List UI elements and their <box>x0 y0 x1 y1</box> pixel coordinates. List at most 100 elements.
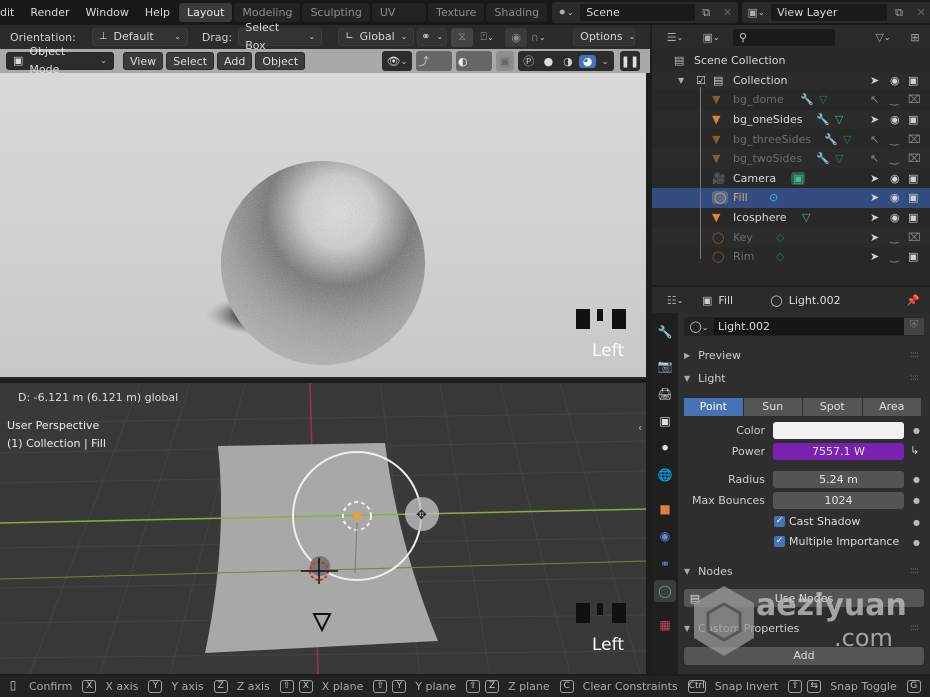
overlays-toggle[interactable]: ◐ <box>456 51 492 71</box>
visibility-dropdown[interactable]: 👁 ⌄ <box>382 51 412 71</box>
delete-view-layer-icon[interactable]: ✕ <box>910 3 930 22</box>
outliner-scene-collection[interactable]: ▤ Scene Collection <box>652 51 930 71</box>
multiple-importance-checkbox[interactable]: ✓ Multiple Importance <box>774 535 899 548</box>
render-disabled-icon[interactable]: ⌧ <box>908 133 921 146</box>
eye-closed-icon[interactable]: ‿ <box>890 152 899 165</box>
outliner-row-bg-twosides[interactable]: ▼ bg_twoSides 🔧 ▽ ↖ ‿ ⌧ <box>652 149 930 169</box>
eye-closed-icon[interactable]: ‿ <box>890 93 899 106</box>
render-disabled-icon[interactable]: ⌧ <box>908 152 921 165</box>
pivot-point-dropdown[interactable]: ⚭ ⌄ <box>417 28 448 46</box>
light-data-tab-icon[interactable]: ◯ <box>654 580 676 602</box>
render-camera-icon[interactable]: ▣ <box>908 211 918 224</box>
scene-name-field[interactable]: Scene <box>579 3 696 22</box>
outliner-row-bg-dome[interactable]: ▼ bg_dome 🔧 ▽ ↖ ‿ ⌧ <box>652 90 930 110</box>
duplicate-scene-icon[interactable]: ⧉ <box>696 3 717 22</box>
selectable-icon[interactable]: ➤ <box>870 191 879 204</box>
select-menu[interactable]: Select <box>166 52 215 70</box>
outliner-row-camera[interactable]: 🎥 Camera ▣ ➤ ◉ ▣ <box>652 169 930 189</box>
keyframe-dot-icon[interactable]: ● <box>913 518 920 527</box>
tool-tab-icon[interactable]: 🔧 <box>654 321 676 343</box>
power-field[interactable]: 7557.1 W <box>773 443 904 460</box>
drag-grip-icon[interactable]: :::: <box>910 350 919 360</box>
use-nodes-button[interactable]: ▤ Use Nodes <box>684 589 924 607</box>
proportional-falloff-icon[interactable]: ∩ ⌄ <box>527 28 549 47</box>
outliner-row-bg-threesides[interactable]: ▼ bg_threeSides 🔧 ▽ ↖ ‿ ⌧ <box>652 129 930 149</box>
nodes-panel-header[interactable]: ▼ Nodes :::: <box>678 560 924 582</box>
editor-type-icon[interactable]: ☷ ⌄ <box>660 291 690 310</box>
snap-target-icon[interactable]: ⍞ ⌄ <box>473 28 501 47</box>
eye-closed-icon[interactable]: ‿ <box>890 250 899 263</box>
transform-orientation-dropdown[interactable]: ∟ Global ⌄ <box>338 28 415 46</box>
light-type-point[interactable]: Point <box>684 398 743 416</box>
expand-triangle-icon[interactable]: ▼ <box>678 76 684 85</box>
options-dropdown[interactable]: Options ⌄ <box>573 28 635 46</box>
outliner-row-collection[interactable]: ▼ ☑ ▤ Collection ➤ ◉ ▣ <box>652 70 930 91</box>
outliner-search-input[interactable]: ⚲ <box>732 27 836 47</box>
eye-closed-icon[interactable]: ‿ <box>890 231 899 244</box>
gizmo-toggle[interactable]: ⤴ <box>416 51 452 71</box>
light-origin[interactable] <box>353 512 361 520</box>
light-panel-header[interactable]: ▼ Light :::: <box>678 367 924 389</box>
snap-toggle-icon[interactable]: ⧖ <box>451 27 474 47</box>
menu-help[interactable]: Help <box>137 0 178 25</box>
menu-render[interactable]: Render <box>22 0 77 25</box>
constraints-tab-icon[interactable]: ⚭ <box>654 553 676 575</box>
render-disabled-icon[interactable]: ⌧ <box>908 93 921 106</box>
sidebar-toggle-chevron-icon[interactable]: ‹ <box>638 421 642 434</box>
view-layer-field[interactable]: View Layer <box>770 3 889 22</box>
tab-sculpting[interactable]: Sculpting <box>302 3 370 22</box>
selectable-off-icon[interactable]: ↖ <box>870 152 879 165</box>
light-type-sun[interactable]: Sun <box>743 398 802 416</box>
eye-icon[interactable]: ◉ <box>890 172 900 185</box>
xray-toggle[interactable]: ▣ <box>496 51 514 71</box>
render-camera-icon[interactable]: ▣ <box>908 113 918 126</box>
pause-render-button[interactable]: ❚❚ <box>620 51 640 71</box>
world-tab-icon[interactable]: 🌐 <box>654 464 676 486</box>
outliner-row-bg-onesides[interactable]: ▼ bg_oneSides 🔧 ▽ ➤ ◉ ▣ <box>652 109 930 130</box>
view-menu[interactable]: View <box>123 52 164 70</box>
outliner-row-fill[interactable]: ◯ Fill ⊙ ➤ ◉ ▣ <box>652 188 930 208</box>
duplicate-view-layer-icon[interactable]: ⧉ <box>888 3 910 22</box>
selectable-off-icon[interactable]: ↖ <box>870 133 879 146</box>
pin-icon[interactable]: 📌 <box>906 294 920 307</box>
drag-grip-icon[interactable]: :::: <box>910 566 919 576</box>
texture-tab-icon[interactable]: ▦ <box>654 614 676 636</box>
render-disabled-icon[interactable]: ⌧ <box>908 231 921 244</box>
render-camera-icon[interactable]: ▣ <box>908 250 918 263</box>
new-collection-icon[interactable]: ⊞ <box>904 28 926 47</box>
solid-shading-icon[interactable]: ● <box>540 55 558 68</box>
keyframe-dot-icon[interactable]: ● <box>913 538 920 547</box>
fake-user-shield-icon[interactable]: ⛨ <box>904 318 924 335</box>
cast-shadow-checkbox[interactable]: ✓ Cast Shadow <box>774 515 860 528</box>
custom-properties-panel-header[interactable]: ▼ Custom Properties :::: <box>678 617 924 639</box>
modifier-physics-tab-icon[interactable]: ◉ <box>654 525 676 547</box>
tab-texture-paint[interactable]: Texture Paint <box>428 3 485 38</box>
eye-icon[interactable]: ◉ <box>890 211 900 224</box>
drag-dropdown[interactable]: Select Box ⌄ <box>238 21 323 52</box>
light-type-spot[interactable]: Spot <box>803 398 862 416</box>
object-menu[interactable]: Object <box>255 52 306 70</box>
light-type-icon[interactable]: ◯⌄ <box>684 320 714 333</box>
proportional-edit-icon[interactable]: ◉ <box>505 27 528 47</box>
selectable-icon[interactable]: ➤ <box>870 74 879 87</box>
filter-view-icon[interactable]: ▣ ⌄ <box>696 28 726 47</box>
selectable-icon[interactable]: ➤ <box>870 250 879 263</box>
output-tab-icon[interactable]: 🖨 <box>654 383 676 405</box>
light-datablock-selector[interactable]: ◯⌄ Light.002 ⛨ <box>684 317 924 336</box>
selectable-icon[interactable]: ➤ <box>870 113 879 126</box>
datablock-name-field[interactable]: Light.002 <box>714 318 904 335</box>
keyframe-dot-icon[interactable]: ● <box>913 475 920 484</box>
keyframe-dot-icon[interactable]: ● <box>913 496 920 505</box>
color-swatch[interactable] <box>773 422 904 439</box>
wireframe-shading-icon[interactable]: Ⓟ <box>520 53 538 69</box>
render-camera-icon[interactable]: ▣ <box>908 191 918 204</box>
keyframe-dot-icon[interactable]: ● <box>913 426 920 435</box>
render-camera-icon[interactable]: ▣ <box>908 74 918 87</box>
tab-uv-editing[interactable]: UV Editing <box>371 3 427 38</box>
render-camera-icon[interactable]: ▣ <box>908 172 918 185</box>
checkbox-icon[interactable]: ☑ <box>696 74 706 87</box>
delete-scene-icon[interactable]: ✕ <box>717 3 738 22</box>
view-layer-tab-icon[interactable]: ▣ <box>654 410 676 432</box>
mode-dropdown[interactable]: ▣ Object Mode ⌄ <box>6 45 114 76</box>
radius-field[interactable]: 5.24 m <box>773 471 904 488</box>
